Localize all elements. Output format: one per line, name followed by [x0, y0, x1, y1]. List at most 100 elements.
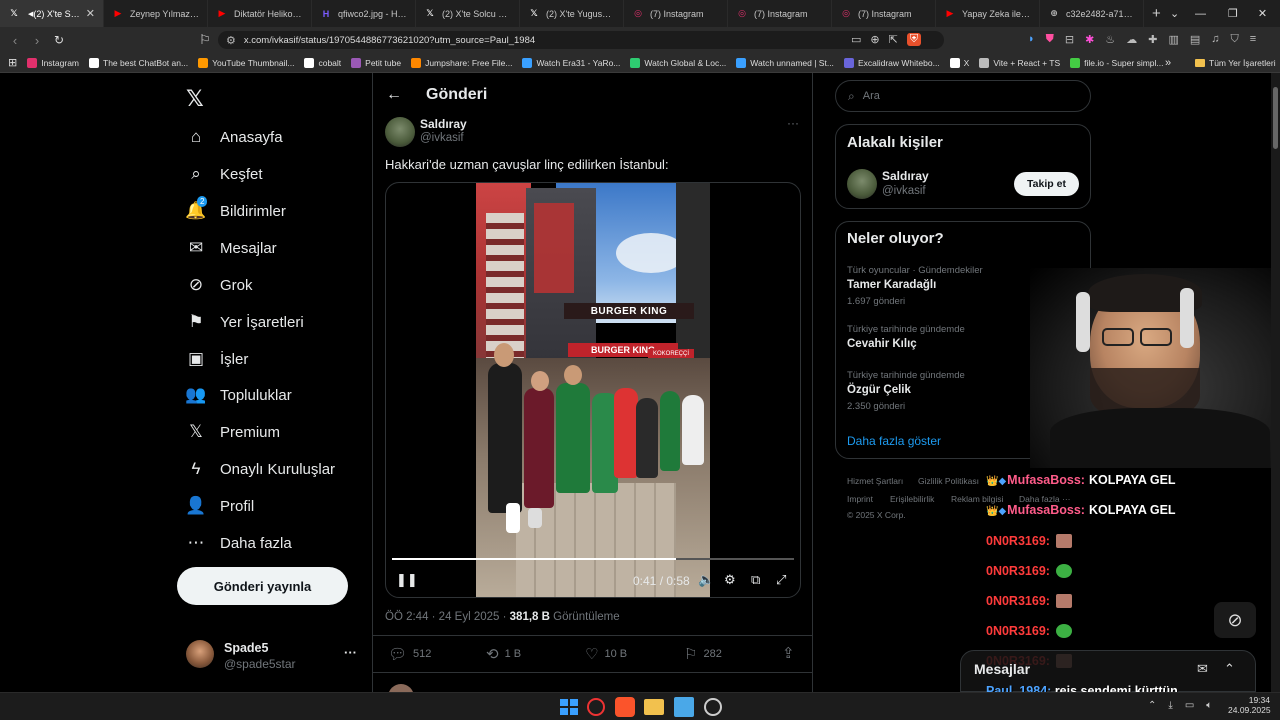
extension-icon[interactable]: ◗ — [1028, 33, 1035, 46]
settings-gear-icon[interactable]: ⚙ — [724, 572, 736, 588]
reload-icon[interactable]: ↻ — [48, 33, 70, 47]
download-icon[interactable]: ⤓ — [1168, 700, 1172, 711]
account-more-icon[interactable]: ··· — [344, 645, 357, 660]
related-avatar[interactable] — [847, 169, 877, 199]
sidebar-item-1[interactable]: ⌕ Keşfet — [186, 160, 262, 188]
sidebar-item-10[interactable]: 👤 Profil — [185, 492, 254, 520]
grok-floating-button[interactable]: ⊘ — [1214, 602, 1256, 638]
reply-button[interactable]: 💬︎ 512 — [388, 645, 431, 663]
like-button[interactable]: ♡ 10 B — [585, 645, 627, 663]
music-icon[interactable]: ♫ — [1211, 33, 1219, 46]
all-bookmarks-folder[interactable]: Tüm Yer İşaretleri — [1195, 58, 1276, 68]
bookmark-item[interactable]: YouTube Thumbnail... — [198, 57, 294, 68]
clock[interactable]: 19:34 24.09.2025 — [1228, 695, 1271, 715]
tab-search-icon[interactable]: ⌄ — [1170, 0, 1179, 27]
brave-icon[interactable] — [615, 697, 635, 717]
follow-button[interactable]: Takip et — [1014, 172, 1079, 196]
url-field[interactable]: ⚙ x.com/ivkasif/status/19705448867736210… — [218, 31, 944, 49]
post-button[interactable]: Gönderi yayınla — [177, 567, 348, 605]
forward-icon[interactable]: › — [26, 33, 48, 48]
photos-icon[interactable] — [674, 697, 694, 717]
extension-icon[interactable]: ⛊ — [1046, 33, 1054, 46]
x-logo-icon[interactable]: 𝕏 — [186, 86, 204, 112]
extension-icon[interactable]: ☁ — [1126, 33, 1137, 46]
sidebar-item-8[interactable]: 𝕏 Premium — [186, 418, 280, 446]
repost-button[interactable]: ⟲ 1 B — [486, 645, 521, 663]
page-scrollbar[interactable] — [1271, 73, 1280, 692]
back-icon[interactable]: ‹ — [4, 33, 26, 48]
post-timestamp[interactable]: ÖÖ 2:44 · 24 Eyl 2025 · — [385, 611, 510, 623]
trend-title[interactable]: Cevahir Kılıç — [847, 338, 917, 350]
related-name[interactable]: Saldıray — [882, 169, 929, 183]
close-tab-icon[interactable]: ✕ — [86, 7, 95, 20]
sidebar-item-3[interactable]: ✉ Mesajlar — [186, 234, 277, 262]
wallet-icon[interactable]: ▤ — [1190, 33, 1200, 46]
footer-link[interactable]: Erişilebilirlik — [890, 494, 934, 504]
bookmark-item[interactable]: Watch Era31 - YaRo... — [522, 57, 620, 68]
pause-icon[interactable]: ❚❚ — [396, 572, 418, 588]
minimize-icon[interactable]: — — [1195, 8, 1206, 20]
site-info-icon[interactable]: ⚙ — [226, 34, 236, 47]
browser-tab[interactable]: 𝕏 (2) X'te Yugusuguf — [520, 0, 624, 27]
brave-shield-icon[interactable]: ⛨ — [906, 33, 922, 46]
maximize-icon[interactable]: ❐ — [1228, 7, 1238, 20]
apps-grid-icon[interactable]: ⊞ — [8, 56, 17, 69]
browser-tab[interactable]: ◎ (7) Instagram — [728, 0, 832, 27]
trend-title[interactable]: Tamer Karadağlı — [847, 279, 936, 291]
opera-icon[interactable] — [587, 698, 605, 716]
vpn-icon[interactable]: ⛉ — [1231, 33, 1239, 46]
author-handle[interactable]: @ivkasif — [420, 132, 464, 144]
close-window-icon[interactable]: ✕ — [1258, 7, 1267, 20]
browser-tab[interactable]: ▶ Diktatör Helikopter — [208, 0, 312, 27]
volume-tray-icon[interactable]: 🔈︎ — [1206, 700, 1212, 711]
sidebar-item-5[interactable]: ⚑ Yer İşaretleri — [186, 308, 303, 336]
extension-icon[interactable]: ♨ — [1105, 33, 1115, 46]
display-icon[interactable]: ▭ — [1185, 700, 1194, 711]
bookmark-button[interactable]: ⚐ 282 — [684, 645, 722, 663]
sidebar-item-2[interactable]: 🔔 2 Bildirimler — [185, 196, 286, 225]
footer-link[interactable]: Hizmet Şartları — [847, 476, 903, 486]
bookmark-item[interactable]: Watch unnamed | St... — [736, 57, 834, 68]
expand-icon[interactable]: ⌃ — [1224, 661, 1235, 677]
author-avatar[interactable] — [385, 117, 415, 147]
search-field[interactable]: ⌕ Ara — [835, 80, 1091, 112]
bookmark-item[interactable]: cobalt — [304, 57, 341, 68]
volume-icon[interactable]: 🔈 — [698, 572, 714, 588]
bookmark-item[interactable]: Instagram — [27, 57, 79, 68]
author-name[interactable]: Saldıray — [420, 117, 467, 131]
browser-tab[interactable]: ◎ (7) Instagram — [624, 0, 728, 27]
tray-chevron-icon[interactable]: ⌃ — [1148, 700, 1156, 711]
sidebar-item-9[interactable]: ϟ Onaylı Kuruluşlar — [186, 455, 336, 483]
bookmark-item[interactable]: Excalidraw Whitebo... — [843, 57, 940, 68]
bookmark-item[interactable]: Watch Global & Loc... — [630, 57, 726, 68]
footer-link[interactable]: Gizlilik Politikası — [918, 476, 979, 486]
picture-in-picture-icon[interactable]: ⧉ — [751, 572, 760, 588]
bookmark-item[interactable]: X — [949, 57, 969, 68]
scrollbar-thumb[interactable] — [1273, 87, 1278, 149]
browser-tab[interactable]: Hqfiwco2.jpg - Hızlı Resim — [312, 0, 416, 27]
share-post-icon[interactable]: ⇪ — [782, 644, 795, 662]
puzzle-icon[interactable]: ✚ — [1148, 33, 1157, 46]
new-tab-icon[interactable]: + — [1152, 5, 1161, 22]
extension-icon[interactable]: ✱ — [1085, 33, 1094, 46]
browser-tab[interactable]: 𝕏 (2) X'te Solcu Gazete — [416, 0, 520, 27]
sidebar-item-6[interactable]: ▣ İşler — [186, 345, 248, 373]
share-icon[interactable]: ⇱ — [889, 33, 898, 46]
account-avatar[interactable] — [186, 640, 214, 668]
video-player[interactable]: BURGER KING BURGER KING KOKOREÇÇİ ❚❚ 0:4… — [385, 182, 801, 598]
windows-start-icon[interactable] — [558, 697, 578, 717]
more-bookmarks-icon[interactable]: » — [1165, 57, 1171, 69]
bookmark-item[interactable]: Vite + React + TS — [979, 57, 1060, 68]
bookmark-item[interactable]: file.io - Super simpl... — [1070, 57, 1164, 68]
browser-tab[interactable]: ⊕ c32e2482-a71a-40c — [1040, 0, 1144, 27]
bookmark-item[interactable]: Petit tube — [351, 57, 401, 68]
browser-tab[interactable]: 𝕏◀(2) X'te Saldıray✕ — [0, 0, 104, 27]
sidebar-item-4[interactable]: ⊘ Grok — [186, 271, 253, 299]
bookmark-item[interactable]: Jumpshare: Free File... — [411, 57, 512, 68]
trend-title[interactable]: Özgür Çelik — [847, 384, 911, 396]
sidebar-icon[interactable]: ▥ — [1168, 33, 1178, 46]
sidebar-item-11[interactable]: ⋯ Daha fazla — [186, 529, 292, 557]
file-explorer-icon[interactable] — [644, 699, 664, 715]
bookmark-page-icon[interactable]: ⚐ — [194, 32, 216, 48]
extension-icon[interactable]: ⊟ — [1065, 33, 1074, 46]
